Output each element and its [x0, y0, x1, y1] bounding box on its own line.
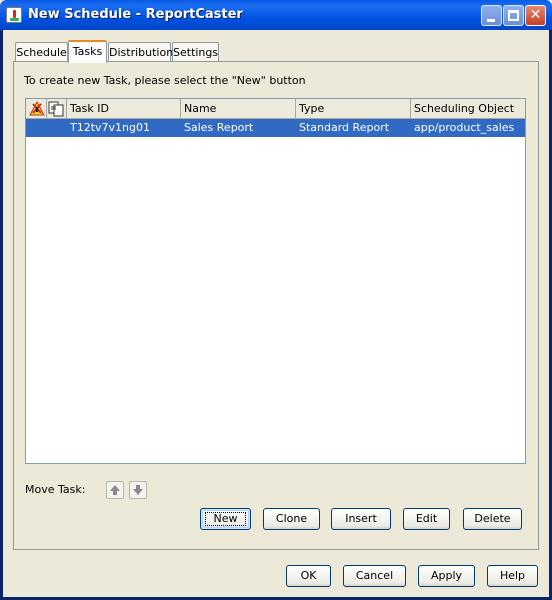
help-button-label: Help [499, 569, 526, 582]
cell-name[interactable]: Sales Report [181, 119, 296, 137]
help-button[interactable]: Help [487, 565, 538, 587]
tab-tasks[interactable]: Tasks [68, 40, 107, 63]
cell-scheduling-object[interactable]: app/product_sales [411, 119, 525, 137]
delete-button-label: Delete [474, 512, 511, 525]
instruction-text: To create new Task, please select the "N… [24, 74, 306, 87]
arrow-down-icon [133, 485, 143, 495]
cell-task-id[interactable]: T12tv7v1ng01 [67, 119, 181, 137]
column-header-task-id[interactable]: Task ID [67, 99, 181, 119]
arrow-up-icon [110, 485, 120, 495]
alert-icon [29, 101, 45, 116]
insert-button-label: Insert [345, 512, 377, 525]
maximize-button[interactable] [503, 5, 524, 26]
window-title: New Schedule - ReportCaster [28, 7, 243, 22]
column-header-scheduling-object[interactable]: Scheduling Object [411, 99, 525, 119]
tab-schedule[interactable]: Schedule [15, 42, 68, 62]
tab-label: Tasks [72, 45, 103, 58]
cancel-button[interactable]: Cancel [343, 565, 406, 587]
move-up-button[interactable] [106, 481, 124, 499]
column-header-copy[interactable] [47, 99, 67, 119]
java-app-icon [6, 7, 22, 23]
delete-button[interactable]: Delete [463, 508, 522, 530]
cancel-button-label: Cancel [355, 569, 394, 582]
tab-label: Schedule [16, 46, 67, 59]
focus-ring [205, 512, 246, 526]
close-icon: ✕ [529, 7, 542, 23]
clone-button[interactable]: Clone [263, 508, 320, 530]
close-button[interactable]: ✕ [525, 5, 546, 26]
tab-label: Settings [173, 46, 219, 59]
column-header-alert[interactable] [26, 99, 47, 119]
minimize-button[interactable] [481, 5, 502, 26]
maximize-icon [508, 10, 519, 21]
minimize-icon [487, 19, 495, 22]
move-down-button[interactable] [129, 481, 147, 499]
apply-button-label: Apply [430, 569, 463, 582]
tab-distribution[interactable]: Distribution [108, 42, 174, 62]
copy-icon [48, 101, 64, 117]
cell-type[interactable]: Standard Report [296, 119, 411, 137]
tab-label: Distribution [109, 46, 174, 59]
apply-button[interactable]: Apply [418, 565, 475, 587]
tasks-table[interactable]: Task ID Name Type Scheduling Object T12t… [25, 98, 526, 464]
column-header-type[interactable]: Type [296, 99, 411, 119]
ok-button-label: OK [300, 569, 317, 582]
move-task-label: Move Task: [25, 483, 86, 496]
insert-button[interactable]: Insert [331, 508, 391, 530]
edit-button-label: Edit [415, 512, 438, 525]
column-header-name[interactable]: Name [181, 99, 296, 119]
clone-button-label: Clone [275, 512, 308, 525]
title-bar[interactable]: New Schedule - ReportCaster ✕ [0, 0, 552, 30]
new-button[interactable]: New [200, 508, 251, 530]
tab-settings[interactable]: Settings [172, 42, 219, 62]
edit-button[interactable]: Edit [403, 508, 450, 530]
ok-button[interactable]: OK [286, 565, 331, 587]
